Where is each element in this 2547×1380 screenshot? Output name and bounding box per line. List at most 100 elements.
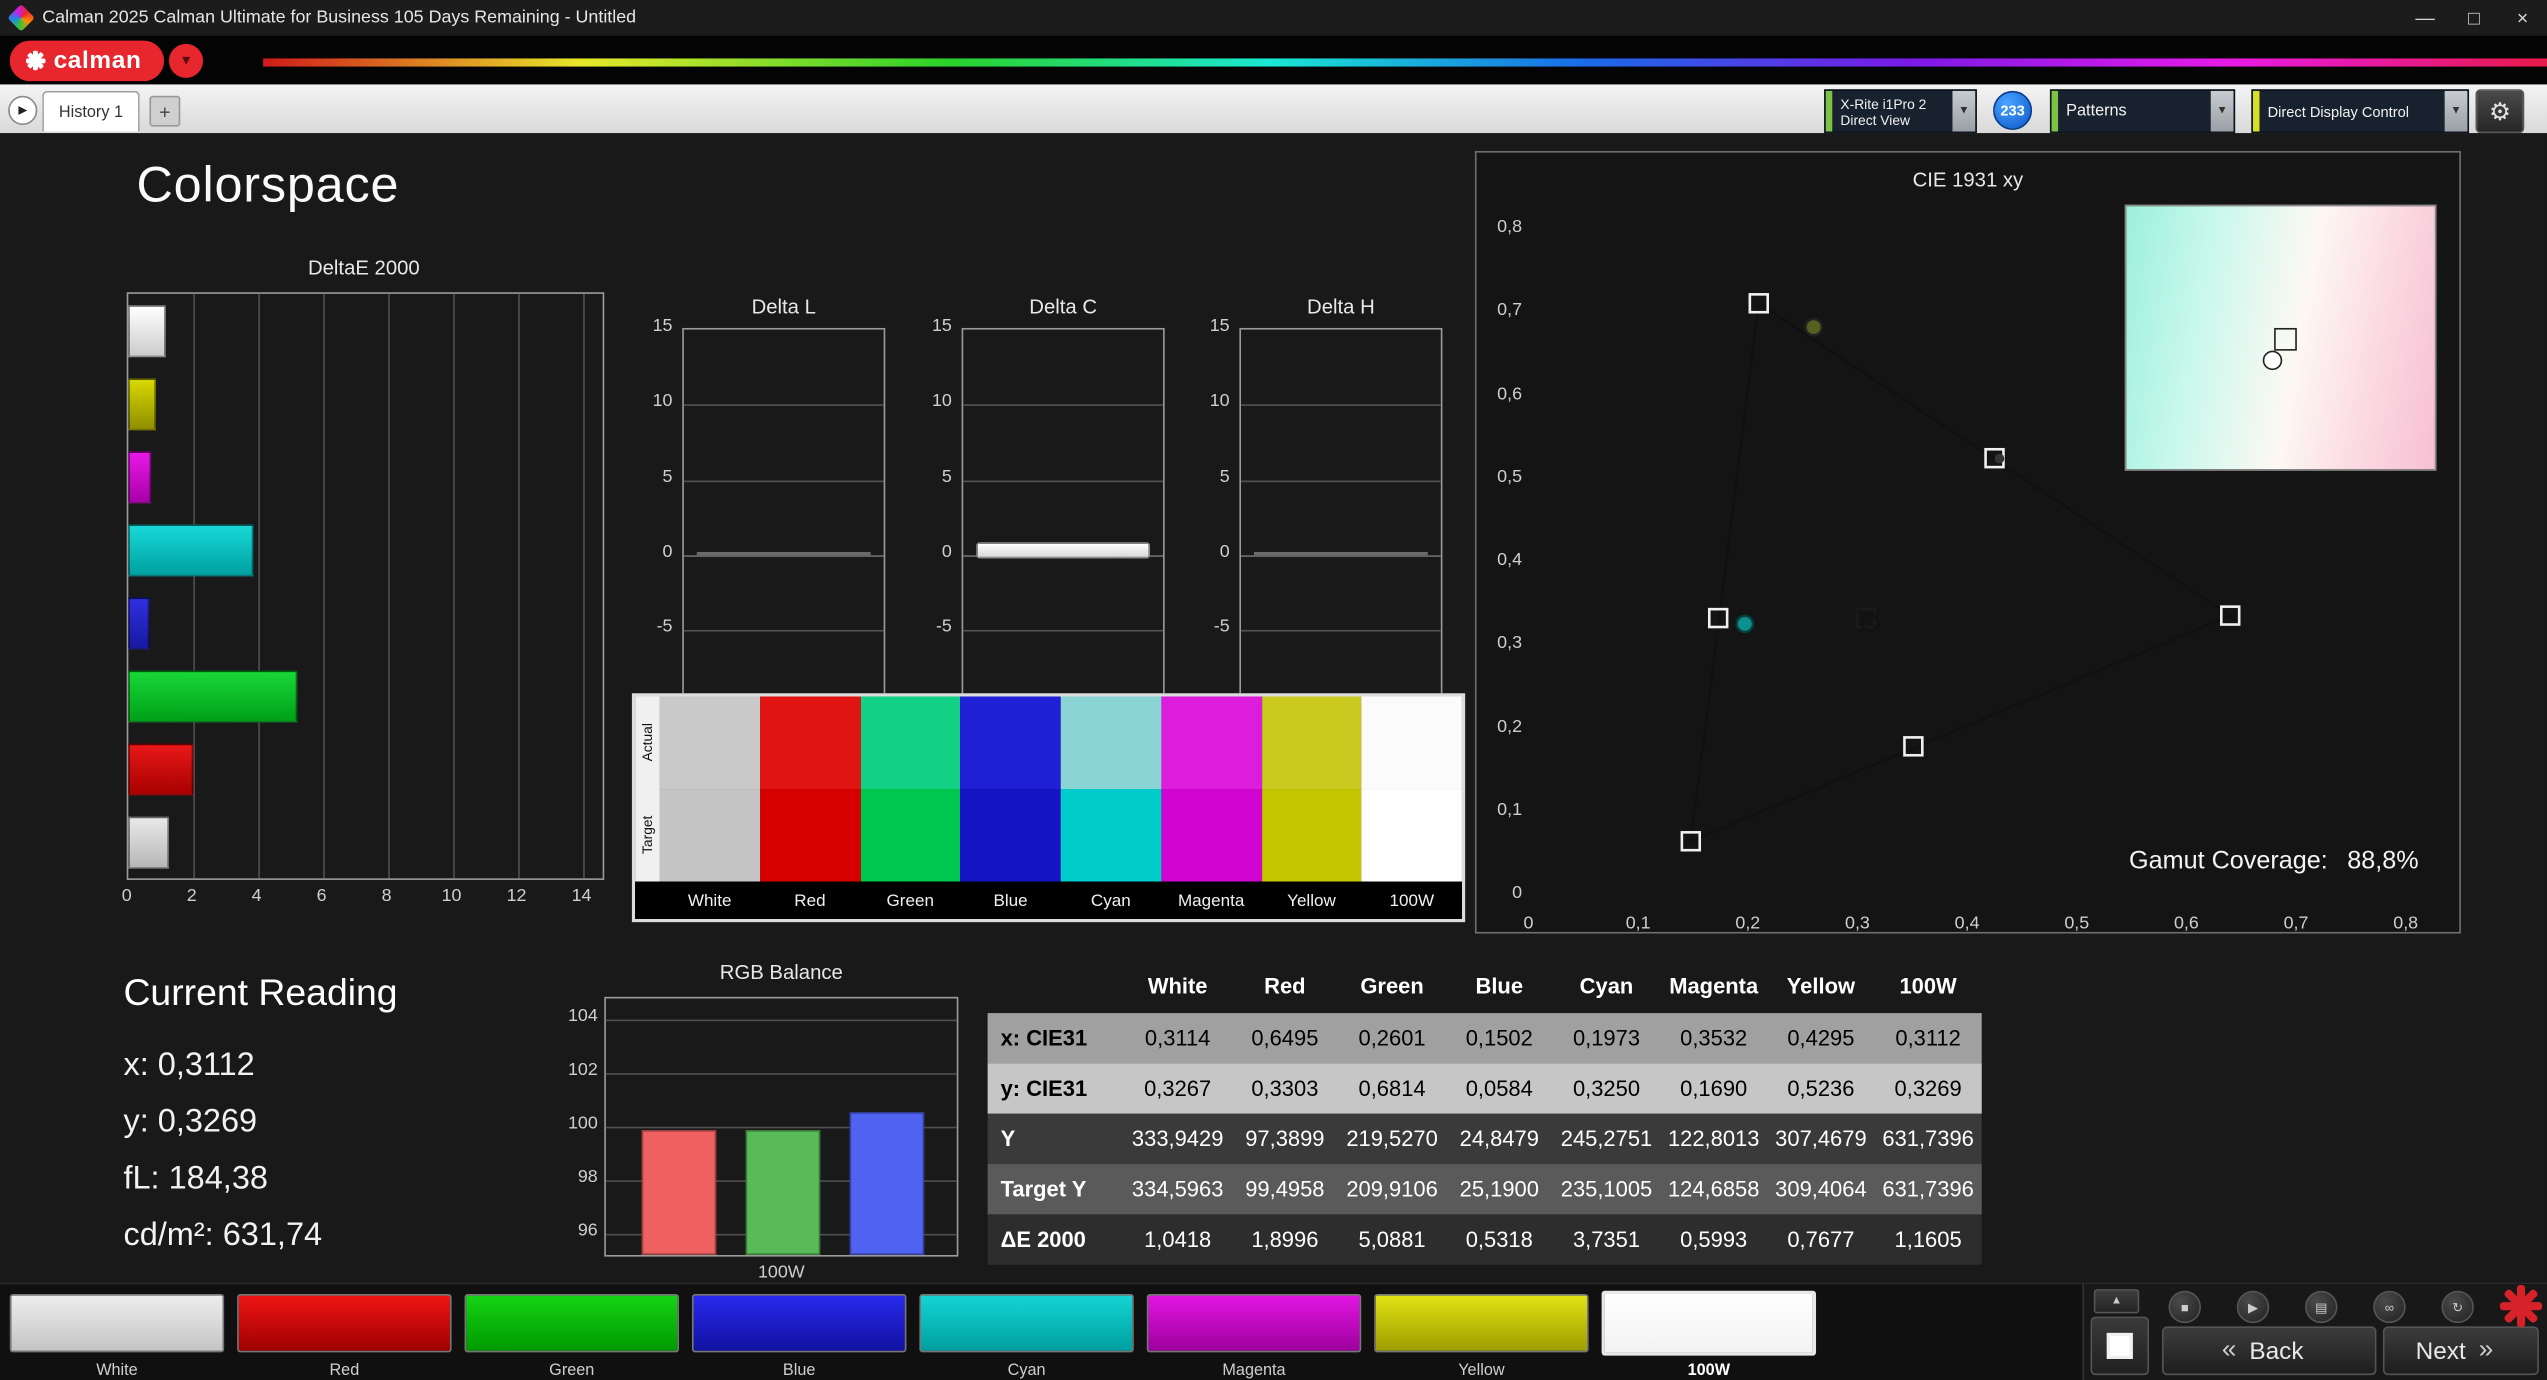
save-button[interactable]: ▤ — [2304, 1290, 2338, 1324]
patterns-dropdown[interactable]: Patterns ▼ — [2049, 89, 2236, 134]
next-chevron-icon: » — [2478, 1336, 2494, 1364]
deltae-plot — [126, 292, 605, 880]
table-column-header: Green — [1360, 973, 1424, 998]
rgb-balance-plot — [604, 996, 959, 1257]
pattern-label: Green — [549, 1362, 595, 1380]
table-cell: 209,9106 — [1346, 1177, 1438, 1202]
y-tick-label: 96 — [577, 1220, 598, 1241]
actual-swatch — [960, 696, 1061, 790]
current-reading: Current Reading x: 0,3112 y: 0,3269 fL: … — [123, 971, 397, 1265]
gridline — [1241, 480, 1441, 482]
target-swatch — [659, 789, 760, 882]
gridline — [683, 555, 884, 557]
y-tick-label: 102 — [567, 1060, 598, 1080]
gridline — [605, 1019, 957, 1022]
stop-button[interactable]: ■ — [2168, 1290, 2202, 1324]
display-control-dropdown[interactable]: Direct Display Control ▼ — [2251, 89, 2470, 134]
back-button[interactable]: « Back — [2162, 1326, 2377, 1376]
pattern-button-magenta[interactable] — [1146, 1293, 1362, 1353]
maximize-button[interactable]: □ — [2450, 0, 2499, 36]
table-cell: 0,1502 — [1465, 1026, 1533, 1051]
delta-bar — [696, 552, 871, 556]
pattern-button-cyan[interactable] — [919, 1293, 1134, 1353]
y-tick-label: 15 — [652, 316, 673, 337]
x-tick-label: 10 — [441, 886, 462, 906]
history-nav-button[interactable]: ▶ — [8, 95, 38, 126]
y-tick-label: -5 — [1213, 617, 1230, 637]
gridline — [963, 480, 1164, 482]
pattern-button-yellow[interactable] — [1374, 1293, 1589, 1353]
gridline — [453, 293, 455, 879]
minimize-button[interactable]: — — [2401, 0, 2450, 36]
y-tick-label: 10 — [931, 391, 952, 412]
whitepoint-target-marker — [2274, 327, 2298, 350]
y-tick-label: 0 — [941, 542, 952, 562]
stop-square-icon — [2106, 1332, 2133, 1359]
pattern-bar: White Red Green Blue Cyan Magenta Yellow 100W ▲… — [0, 1282, 2547, 1380]
expand-button[interactable]: ▲ — [2093, 1289, 2140, 1314]
refresh-button[interactable]: ↻ — [2441, 1290, 2474, 1324]
pattern-button-white[interactable] — [9, 1293, 225, 1353]
table-cell: 0,3267 — [1144, 1076, 1212, 1101]
y-tick-label: 5 — [1219, 467, 1230, 487]
chart-title: Delta C — [1029, 295, 1098, 319]
pattern-button-blue[interactable] — [691, 1293, 907, 1353]
swatch-label: Cyan — [1090, 890, 1131, 910]
table-column-header: 100W — [1899, 973, 1957, 998]
y-tick-label: 0,8 — [1497, 217, 1523, 238]
add-tab-button[interactable]: + — [149, 95, 181, 127]
deltae-bar-magenta — [128, 451, 152, 504]
x-tick-label: 4 — [251, 886, 262, 906]
x-tick-label: 0 — [121, 886, 132, 906]
logo-bar: calman ▾ — [0, 35, 2547, 85]
table-cell: 0,4295 — [1787, 1026, 1855, 1051]
gridline — [583, 293, 585, 879]
play-button[interactable]: ▶ — [2236, 1290, 2270, 1324]
pattern-label: Blue — [782, 1362, 816, 1380]
next-button[interactable]: Next » — [2382, 1326, 2539, 1376]
pattern-label: Cyan — [1007, 1362, 1046, 1380]
settings-gear-button[interactable]: ⚙ — [2475, 89, 2525, 134]
row-label: Target Y — [1000, 1177, 1087, 1202]
table-cell: 0,6495 — [1251, 1026, 1319, 1051]
x-tick-label: 0,2 — [1735, 914, 1761, 934]
gamut-coverage-label: Gamut Coverage: — [2129, 847, 2328, 876]
actual-swatch — [659, 696, 760, 790]
meter-dropdown[interactable]: X-Rite i1Pro 2 Direct View ▼ — [1824, 89, 1977, 134]
chevron-down-icon: ▼ — [1952, 90, 1976, 132]
y-tick-label: 0,1 — [1497, 799, 1523, 820]
table-column-header: Blue — [1475, 973, 1524, 998]
pattern-button-red[interactable] — [237, 1293, 452, 1353]
gridline — [388, 293, 390, 879]
calman-logo[interactable]: calman ▾ — [9, 40, 204, 82]
y-tick-label: 0,3 — [1497, 633, 1523, 654]
link-button[interactable]: ∞ — [2373, 1290, 2406, 1324]
actual-swatch — [1361, 696, 1462, 790]
logo-menu-button[interactable]: ▾ — [169, 43, 204, 78]
gridline — [518, 293, 520, 879]
page-title: Colorspace — [136, 155, 400, 213]
title-bar: Calman 2025 Calman Ultimate for Business… — [0, 0, 2547, 36]
actual-swatch — [1060, 696, 1162, 790]
pattern-button-green[interactable] — [464, 1293, 679, 1353]
y-tick-label: 10 — [652, 391, 673, 412]
gridline — [1241, 630, 1441, 633]
row-label: Y — [1000, 1126, 1016, 1152]
table-cell: 0,6814 — [1358, 1076, 1426, 1101]
stop-pattern-button[interactable] — [2090, 1316, 2150, 1376]
table-cell: 0,1690 — [1680, 1076, 1748, 1101]
x-tick-label: 0,1 — [1625, 914, 1651, 934]
actual-swatch — [1161, 696, 1262, 790]
tab-history-1[interactable]: History 1 — [42, 90, 140, 132]
y-tick-label: 15 — [1209, 316, 1230, 337]
exposure-badge[interactable]: 233 — [1993, 90, 2033, 130]
x-tick-label: 0,5 — [2064, 914, 2090, 934]
reading-cdm2: cd/m²: 631,74 — [123, 1217, 323, 1254]
deltae-bar-green — [128, 670, 297, 723]
pattern-button-100w[interactable] — [1601, 1290, 1817, 1356]
swatch-label: Yellow — [1287, 890, 1336, 910]
close-button[interactable]: × — [2498, 0, 2547, 36]
measured-marker — [1735, 614, 1755, 634]
deltae-bar-blue — [128, 597, 149, 650]
deltae-x-axis: 0 2 4 6 8 10 12 14 — [122, 886, 601, 909]
